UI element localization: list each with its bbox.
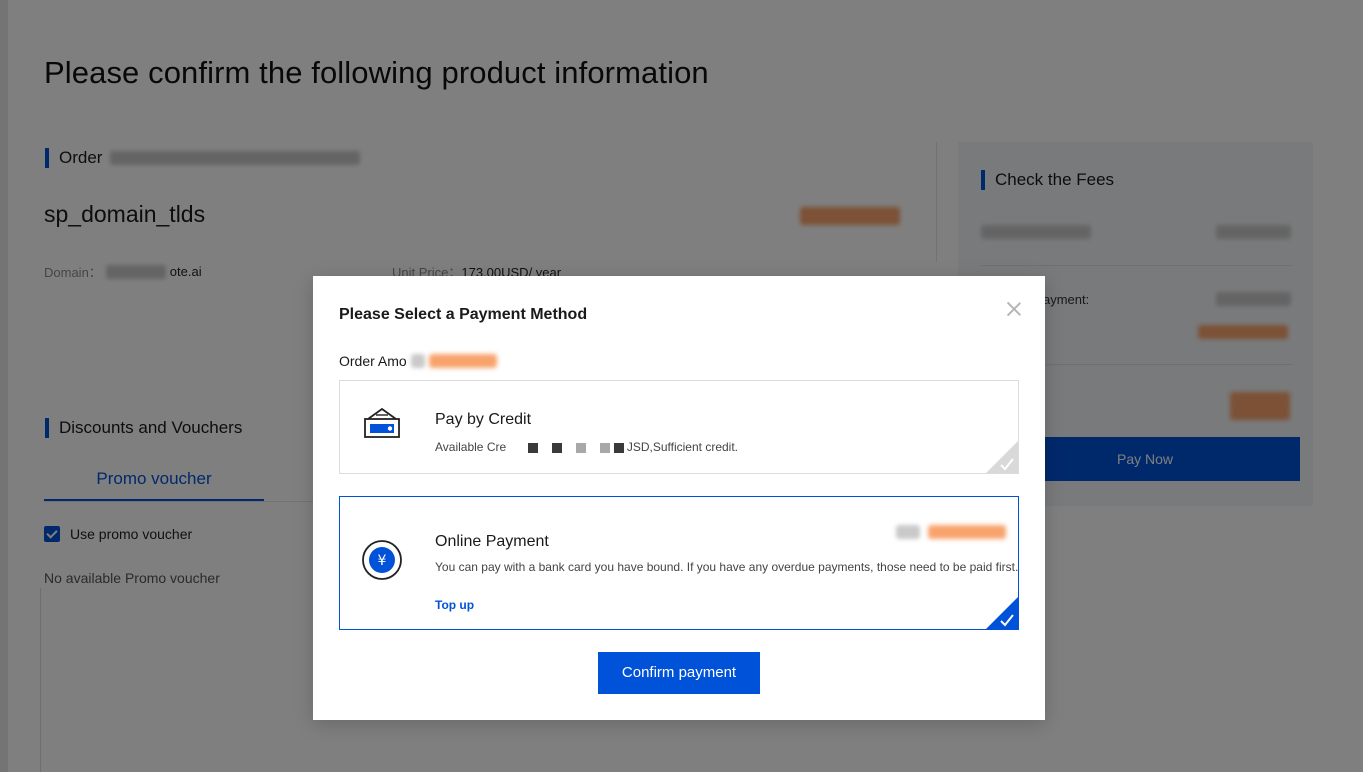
- online-desc: You can pay with a bank card you have bo…: [435, 560, 1019, 574]
- confirm-payment-button[interactable]: Confirm payment: [598, 652, 760, 694]
- yen-coin-icon: ¥: [362, 540, 402, 580]
- selected-corner-check-icon: [986, 597, 1018, 629]
- credit-amount-redacted: [527, 440, 624, 454]
- online-title: Online Payment: [435, 533, 549, 550]
- payment-option-online[interactable]: ¥ Online Payment You can pay with a bank…: [339, 496, 1019, 630]
- order-amount-value-redacted: [428, 354, 497, 368]
- modal-title: Please Select a Payment Method: [339, 306, 588, 323]
- payment-method-modal: Please Select a Payment Method Order Amo…: [313, 276, 1045, 720]
- order-amount: Order Amo: [339, 353, 497, 369]
- unselected-corner-check-icon: [986, 441, 1018, 473]
- close-icon[interactable]: [1005, 300, 1023, 318]
- credit-desc-prefix: Available Cre: [435, 440, 507, 454]
- wallet-icon: [364, 407, 400, 438]
- order-amount-label: Order Amo: [339, 353, 407, 369]
- top-up-link[interactable]: Top up: [435, 598, 474, 612]
- svg-text:¥: ¥: [378, 553, 387, 569]
- online-amount-redacted: [895, 525, 1006, 544]
- payment-option-credit[interactable]: Pay by Credit Available Cre JSD,Sufficie…: [339, 380, 1019, 474]
- credit-desc: Available Cre JSD,Sufficient credit.: [435, 439, 738, 456]
- order-amount-redacted-part: [410, 354, 425, 368]
- credit-title: Pay by Credit: [435, 411, 532, 428]
- credit-desc-suffix: JSD,Sufficient credit.: [626, 440, 739, 454]
